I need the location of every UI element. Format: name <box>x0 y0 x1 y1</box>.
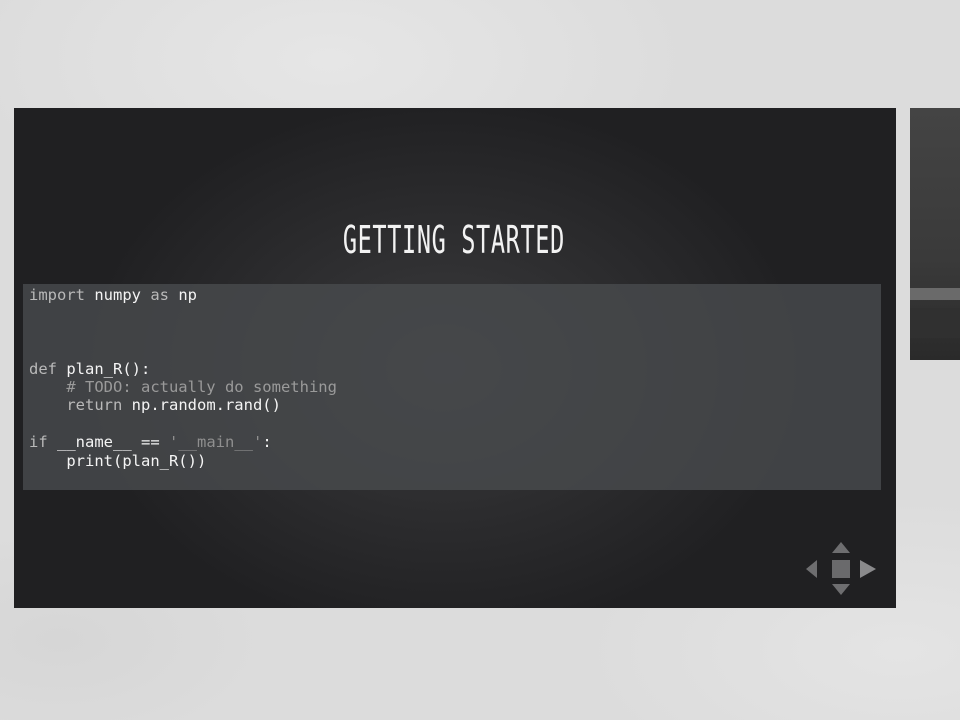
code-line-5: def plan_R(): <box>29 360 875 378</box>
code-block: import numpy as np def plan_R(): # TODO:… <box>23 284 881 490</box>
arrow-left-icon[interactable] <box>806 560 817 578</box>
code-operator: == <box>141 433 160 452</box>
code-text: plan_R(): <box>57 359 151 378</box>
code-text: : <box>262 433 272 452</box>
code-line-6: # TODO: actually do something <box>29 378 875 396</box>
code-comment: # TODO: actually do something <box>29 377 337 396</box>
code-line-10: print(plan_R()) <box>29 452 875 470</box>
code-text: numpy <box>85 286 151 304</box>
code-keyword: def <box>29 359 57 378</box>
code-text: np.random.rand() <box>122 396 281 415</box>
arrow-up-icon[interactable] <box>832 542 850 553</box>
navigation-controls <box>804 540 878 598</box>
code-text: print(plan_R()) <box>29 451 207 470</box>
code-line-7: return np.random.rand() <box>29 396 875 414</box>
code-line-9: if __name__ == '__main__': <box>29 433 875 451</box>
presentation-slide: GETTING STARTED import numpy as np def p… <box>14 108 896 608</box>
next-slide-band <box>910 308 960 338</box>
arrow-right-icon[interactable] <box>860 560 876 578</box>
arrow-down-icon[interactable] <box>832 584 850 595</box>
next-slide-band <box>910 288 960 300</box>
code-line-1: import numpy as np <box>29 286 875 304</box>
nav-center-icon <box>832 560 850 578</box>
code-keyword: import <box>29 286 85 304</box>
code-string: '__main__' <box>159 433 263 452</box>
code-keyword: return <box>29 396 123 415</box>
code-text: np <box>169 286 197 304</box>
next-slide-preview[interactable] <box>910 108 960 360</box>
code-text: __name__ <box>47 433 141 452</box>
slide-title: GETTING STARTED <box>342 218 565 262</box>
code-keyword: if <box>29 433 48 452</box>
code-keyword: as <box>150 286 169 304</box>
